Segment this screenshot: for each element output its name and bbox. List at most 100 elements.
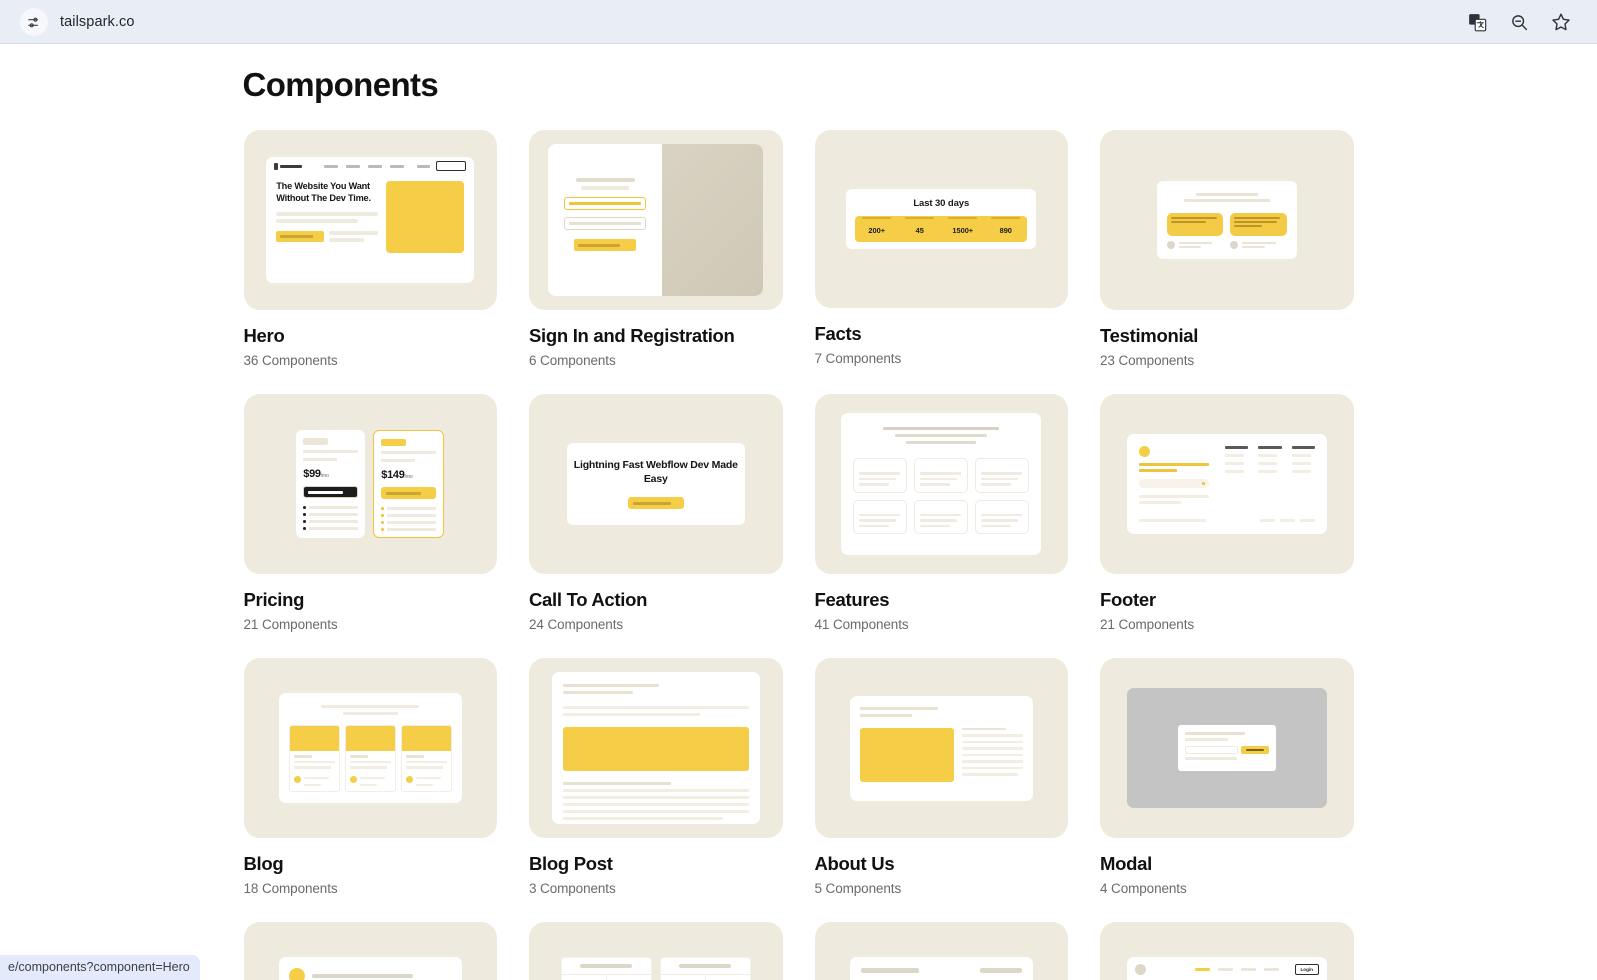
modal-preview-mock xyxy=(1126,688,1327,808)
component-card-row4-3[interactable]: Search xyxy=(814,922,1068,980)
card-thumbnail xyxy=(1100,130,1354,310)
card-title: About Us xyxy=(814,853,895,874)
mock-feature-box xyxy=(853,458,908,493)
mock-post-image xyxy=(562,727,749,771)
grid-cell: Sign In and Registration 6 Components xyxy=(529,130,783,394)
grid-cell: Search xyxy=(814,922,1068,980)
mock-heading xyxy=(1167,193,1287,202)
component-card-row4-1[interactable] xyxy=(243,922,497,980)
mock-plan-button xyxy=(381,487,437,499)
mock-stat-value: 890 xyxy=(999,226,1012,235)
address-bar[interactable]: tailspark.co xyxy=(14,7,1467,37)
mock-about-row xyxy=(859,727,1023,782)
mock-plan-basic: $99/mo xyxy=(296,430,366,538)
card-count: 3 Components xyxy=(529,881,616,896)
mock-plan-price: $149/mo xyxy=(381,469,436,481)
mock-footer-column xyxy=(1225,446,1249,513)
grid-cell: Login xyxy=(1100,922,1354,980)
mock-quotes xyxy=(1166,213,1287,249)
card-count: 24 Components xyxy=(529,617,624,632)
component-card-features[interactable]: Features 41 Components xyxy=(814,394,1068,632)
mock-footer-top xyxy=(1138,446,1315,513)
mock-logo xyxy=(274,162,303,170)
bookmark-star-icon[interactable] xyxy=(1551,12,1571,32)
blog-preview-mock xyxy=(278,693,462,803)
mock-stat: 1500+ xyxy=(941,217,984,238)
card-count: 7 Components xyxy=(814,351,902,366)
mock-post-body xyxy=(562,782,749,820)
mock-hero-image xyxy=(386,181,465,253)
mock-nav-links: Login xyxy=(1194,963,1319,975)
facts-preview-mock: Last 30 days 200+ 45 1500+ 890 xyxy=(846,189,1037,249)
card-thumbnail xyxy=(1100,658,1354,838)
component-card-testimonial[interactable]: Testimonial 23 Components xyxy=(1100,130,1354,368)
testimonial-preview-mock xyxy=(1156,181,1297,259)
mock-login-button: Login xyxy=(1294,963,1319,975)
card-count: 18 Components xyxy=(243,881,338,896)
blogpost-preview-mock xyxy=(551,672,760,824)
mock-heading xyxy=(859,706,1023,717)
card-thumbnail xyxy=(814,658,1068,838)
grid-cell: Testimonial 23 Components xyxy=(1100,130,1354,394)
mock-plan-features xyxy=(381,507,437,531)
mock-hero-body: The Website You Want Without The Dev Tim… xyxy=(266,175,474,253)
mock-post-card xyxy=(288,725,340,792)
translate-icon[interactable]: A xyxy=(1467,12,1487,32)
mock-facts-bar: 200+ 45 1500+ 890 xyxy=(855,216,1028,242)
browser-actions: A xyxy=(1467,12,1583,32)
mock-feature-box xyxy=(914,458,969,493)
mock-input xyxy=(564,217,647,230)
card-title: Sign In and Registration xyxy=(529,325,735,346)
component-card-call-to-action[interactable]: Lightning Fast Webflow Dev Made Easy Cal… xyxy=(529,394,783,632)
mock-cta-headline: Lightning Fast Webflow Dev Made Easy xyxy=(573,458,738,485)
component-card-facts[interactable]: Last 30 days 200+ 45 1500+ 890 Facts 7 C… xyxy=(814,130,1068,366)
component-card-sign-in-and-registration[interactable]: Sign In and Registration 6 Components xyxy=(529,130,783,368)
card-thumbnail: Last 30 days 200+ 45 1500+ 890 xyxy=(814,130,1068,308)
mock-search-header xyxy=(860,968,1022,973)
mock-footer-column xyxy=(1291,446,1315,513)
mock-plan-features xyxy=(303,506,359,530)
mock-table xyxy=(560,957,652,980)
grid-cell: Footer 21 Components xyxy=(1100,394,1354,658)
card-count: 5 Components xyxy=(814,881,902,896)
component-card-modal[interactable]: Modal 4 Components xyxy=(1100,658,1354,896)
component-card-blog[interactable]: Blog 18 Components xyxy=(243,658,497,896)
mock-feature-box xyxy=(914,499,969,534)
card-thumbnail: Search xyxy=(814,922,1068,980)
zoom-out-icon[interactable] xyxy=(1509,12,1529,32)
mock-price-value: $149 xyxy=(381,469,405,481)
mock-facts-title: Last 30 days xyxy=(913,198,970,209)
component-card-blog-post[interactable]: Blog Post 3 Components xyxy=(529,658,783,896)
card-title: Footer xyxy=(1100,589,1156,610)
grid-cell xyxy=(243,922,497,980)
mock-stat: 200+ xyxy=(855,217,898,238)
url-text: tailspark.co xyxy=(60,14,135,30)
grid-cell xyxy=(529,922,783,980)
mock-submit-button xyxy=(574,239,637,251)
component-card-pricing[interactable]: $99/mo $149/mo Pricing 21 Components xyxy=(243,394,497,632)
card-title: Modal xyxy=(1100,853,1152,874)
card-thumbnail xyxy=(243,658,497,838)
grid-cell: Lightning Fast Webflow Dev Made Easy Cal… xyxy=(529,394,783,658)
card-count: 4 Components xyxy=(1100,881,1187,896)
page-content: Components The Website You Want Without … xyxy=(0,44,1597,980)
component-card-row4-4[interactable]: Login xyxy=(1100,922,1354,980)
mock-signin-form xyxy=(548,144,663,296)
card-thumbnail: Login xyxy=(1100,922,1354,980)
mock-footer-column xyxy=(1258,446,1282,513)
component-card-footer[interactable]: Footer 21 Components xyxy=(1100,394,1354,632)
card-thumbnail xyxy=(814,394,1068,574)
pricing-preview-mock: $99/mo $149/mo xyxy=(296,430,445,538)
mock-stat-value: 45 xyxy=(915,226,924,235)
card-thumbnail xyxy=(529,130,783,310)
page-settings-icon[interactable] xyxy=(20,8,48,36)
component-card-row4-2[interactable] xyxy=(529,922,783,980)
grid-cell: Blog Post 3 Components xyxy=(529,658,783,922)
mock-dialog-form xyxy=(1184,746,1269,754)
component-card-about-us[interactable]: About Us 5 Components xyxy=(814,658,1068,896)
component-card-hero[interactable]: The Website You Want Without The Dev Tim… xyxy=(243,130,497,368)
mock-footer-brand xyxy=(1138,446,1210,513)
mock-heading xyxy=(853,427,1029,444)
mock-hero-sub xyxy=(276,211,379,223)
card-count: 36 Components xyxy=(243,353,338,368)
